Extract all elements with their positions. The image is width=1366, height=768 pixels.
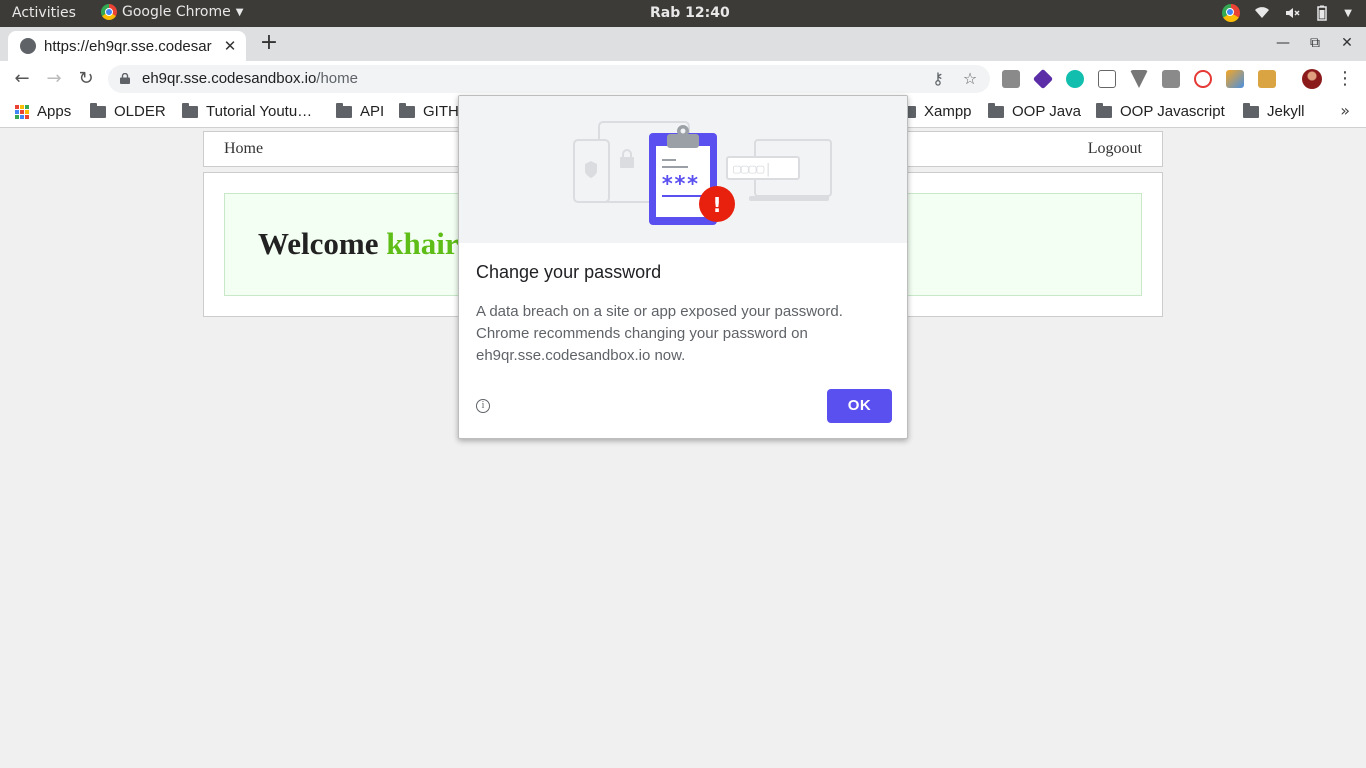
nav-logout-link[interactable]: Logoout xyxy=(1088,140,1142,158)
extension-2-icon[interactable] xyxy=(1032,68,1054,90)
password-breach-illustration: ▢▢▢▢| *** ! xyxy=(573,121,832,225)
extension-7-icon[interactable] xyxy=(1194,70,1212,88)
battery-icon[interactable] xyxy=(1314,5,1330,21)
system-tray[interactable]: ▼ xyxy=(1222,4,1352,22)
activities-button[interactable]: Activities xyxy=(12,5,76,21)
folder-icon xyxy=(90,102,106,118)
volume-muted-icon[interactable] xyxy=(1284,5,1300,21)
tab-title: https://eh9qr.sse.codesar xyxy=(44,37,212,55)
wifi-icon[interactable] xyxy=(1254,5,1270,21)
folder-icon xyxy=(182,102,198,118)
bookmark-folder-oop-javascript[interactable]: OOP Javascript xyxy=(1096,102,1225,120)
bookmark-label: OOP Javascript xyxy=(1120,103,1225,120)
tab-active[interactable]: https://eh9qr.sse.codesar ✕ xyxy=(8,31,246,61)
restore-window-icon[interactable]: ⧉ xyxy=(1306,35,1324,51)
bookmark-folder-tutorial-youtube[interactable]: Tutorial Youtu… xyxy=(182,102,313,120)
globe-icon xyxy=(20,38,36,54)
bookmark-label: OLDER xyxy=(114,103,166,120)
password-dots: *** xyxy=(661,172,699,196)
welcome-text: Welcome xyxy=(258,226,379,261)
caret-down-icon: ▼ xyxy=(235,6,244,18)
chrome-tray-icon[interactable] xyxy=(1222,4,1241,22)
address-bar[interactable]: eh9qr.sse.codesandbox.io/home ⚷ ☆ xyxy=(108,65,990,93)
extension-8-icon[interactable] xyxy=(1226,70,1244,88)
welcome-heading: Welcome khair xyxy=(258,226,459,262)
alert-mark: ! xyxy=(712,193,721,217)
bookmarks-overflow-button[interactable]: » xyxy=(1340,101,1350,120)
bookmark-label: Jekyll xyxy=(1267,103,1305,120)
close-tab-icon[interactable]: ✕ xyxy=(222,37,238,55)
app-menu[interactable]: Google Chrome ▼ xyxy=(101,4,243,20)
bookmark-folder-older[interactable]: OLDER xyxy=(90,102,166,120)
bookmark-apps[interactable]: Apps xyxy=(15,103,71,120)
bookmark-star-icon[interactable]: ☆ xyxy=(961,70,979,88)
dialog-message: A data breach on a site or app exposed y… xyxy=(476,303,843,364)
bookmark-label: Tutorial Youtu… xyxy=(206,103,313,120)
url-text[interactable]: eh9qr.sse.codesandbox.io/home xyxy=(142,70,358,87)
caret-down-icon[interactable]: ▼ xyxy=(1344,8,1352,19)
extension-4-icon[interactable] xyxy=(1098,70,1116,88)
bookmark-folder-jekyll[interactable]: Jekyll xyxy=(1243,102,1305,120)
new-tab-button[interactable]: + xyxy=(258,31,280,55)
extension-9-icon[interactable] xyxy=(1258,70,1276,88)
dialog-title: Change your password xyxy=(476,262,662,282)
profile-avatar[interactable] xyxy=(1302,69,1322,89)
bookmark-label: Xampp xyxy=(924,103,972,120)
minimize-window-icon[interactable]: — xyxy=(1274,35,1292,51)
svg-text:▢▢▢▢|: ▢▢▢▢| xyxy=(733,162,772,177)
reload-button[interactable]: ↻ xyxy=(75,68,97,90)
folder-icon xyxy=(988,102,1004,118)
change-password-dialog: ▢▢▢▢| *** ! Change your password A data … xyxy=(458,95,908,439)
welcome-username: khair xyxy=(386,226,459,261)
bookmark-label: Apps xyxy=(37,103,72,120)
extension-3-icon[interactable] xyxy=(1066,70,1084,88)
ok-button[interactable]: OK xyxy=(827,389,892,423)
folder-icon xyxy=(1096,102,1112,118)
chrome-menu-icon[interactable]: ⋮ xyxy=(1336,69,1354,89)
folder-icon xyxy=(399,102,415,118)
url-path: /home xyxy=(316,70,358,87)
url-host: eh9qr.sse.codesandbox.io xyxy=(142,70,317,87)
lock-icon[interactable] xyxy=(120,73,130,84)
tab-strip: https://eh9qr.sse.codesar ✕ + — ⧉ ✕ xyxy=(0,27,1366,61)
clock[interactable]: Rab 12:40 xyxy=(650,5,730,21)
key-icon[interactable]: ⚷ xyxy=(929,70,947,88)
info-icon[interactable]: i xyxy=(476,399,490,413)
folder-icon xyxy=(1243,102,1259,118)
system-top-bar: Activities Google Chrome ▼ Rab 12:40 ▼ xyxy=(0,0,1366,27)
extension-5-icon[interactable] xyxy=(1130,70,1148,88)
extension-1-icon[interactable] xyxy=(1002,70,1020,88)
close-window-icon[interactable]: ✕ xyxy=(1338,35,1356,51)
bookmark-folder-oop-java[interactable]: OOP Java xyxy=(988,102,1081,120)
forward-button[interactable]: → xyxy=(43,68,65,90)
bookmark-label: API xyxy=(360,103,385,120)
bookmark-folder-xampp[interactable]: Xampp xyxy=(900,102,972,120)
folder-icon xyxy=(336,102,352,118)
bookmark-folder-api[interactable]: API xyxy=(336,102,385,120)
dialog-illustration: ▢▢▢▢| *** ! xyxy=(459,96,907,243)
back-button[interactable]: ← xyxy=(11,68,33,90)
nav-home-link[interactable]: Home xyxy=(224,140,263,158)
app-menu-label: Google Chrome xyxy=(122,4,231,20)
browser-toolbar: ← → ↻ eh9qr.sse.codesandbox.io/home ⚷ ☆ … xyxy=(0,61,1366,97)
chrome-icon xyxy=(101,4,117,20)
apps-grid-icon xyxy=(15,104,29,119)
camera-icon[interactable] xyxy=(1162,70,1180,88)
bookmark-label: OOP Java xyxy=(1012,103,1081,120)
